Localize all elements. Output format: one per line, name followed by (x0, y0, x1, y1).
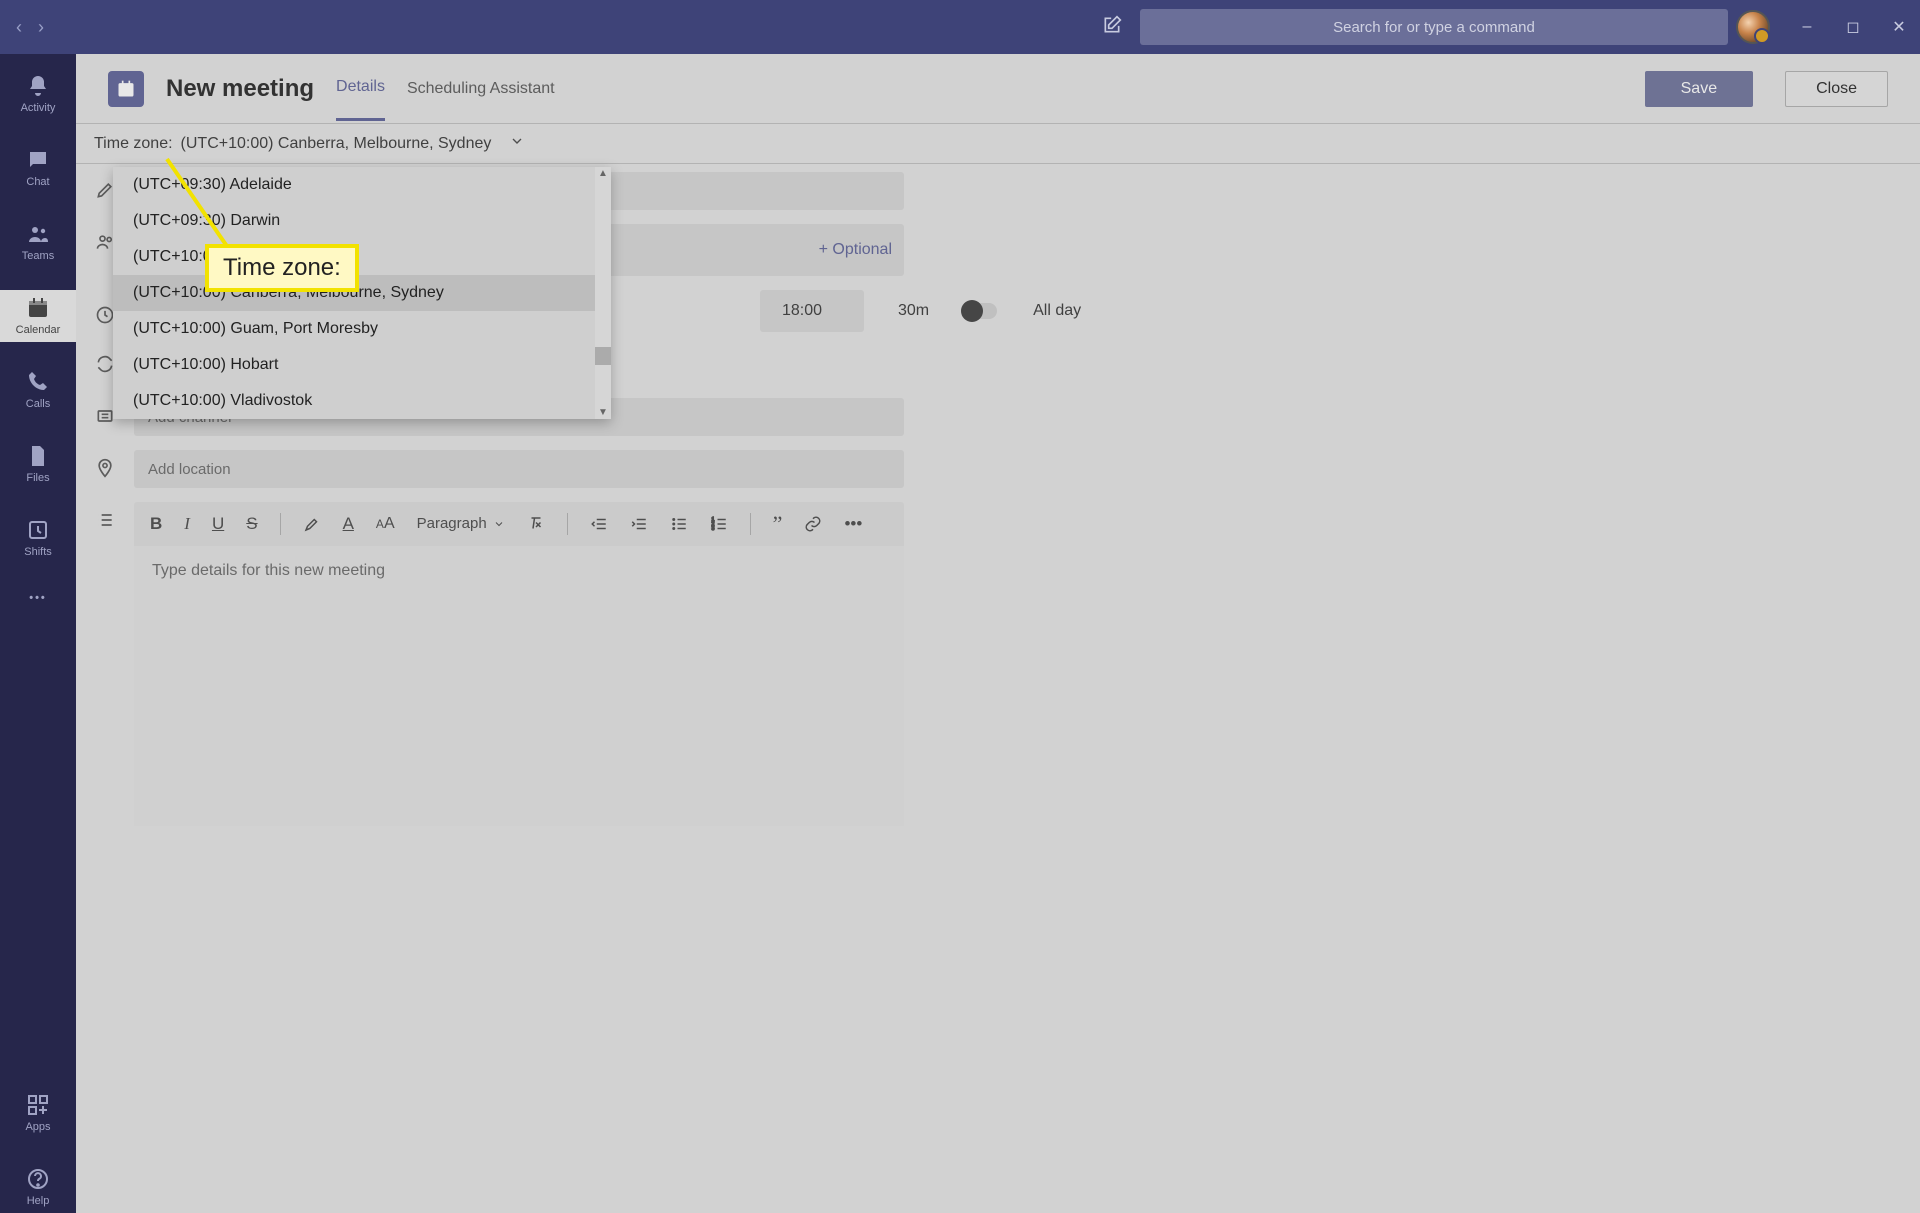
window-minimize-icon[interactable]: – (1798, 18, 1816, 36)
save-button[interactable]: Save (1645, 71, 1753, 107)
timezone-option[interactable]: (UTC+10:00) Vladivostok (113, 383, 611, 419)
scroll-thumb[interactable] (595, 347, 611, 365)
scroll-up-icon[interactable]: ▲ (595, 167, 611, 180)
add-optional-button[interactable]: + Optional (807, 224, 904, 276)
end-time-select[interactable]: 18:00 (760, 290, 864, 332)
editor-toolbar: B I U S A AA Paragraph 123 ” (134, 502, 904, 546)
end-time-value: 18:00 (782, 302, 822, 320)
rail-shifts[interactable]: Shifts (0, 512, 76, 564)
tab-scheduling[interactable]: Scheduling Assistant (407, 58, 555, 120)
underline-button[interactable]: U (212, 514, 224, 534)
timezone-current: (UTC+10:00) Canberra, Melbourne, Sydney (181, 135, 492, 153)
timezone-option[interactable]: (UTC+09:30) Adelaide (113, 167, 611, 203)
details-textarea[interactable]: Type details for this new meeting (134, 546, 904, 826)
details-editor[interactable]: B I U S A AA Paragraph 123 ” (134, 502, 904, 826)
timezone-option[interactable]: (UTC+10:00) Brisbane (113, 239, 611, 275)
page-title: New meeting (166, 75, 314, 103)
nav-back-icon[interactable]: ‹ (16, 17, 22, 38)
highlight-button[interactable] (303, 515, 321, 533)
annotation-callout: Time zone: (205, 244, 359, 292)
titlebar: ‹ › Search for or type a command – ◻ ✕ (0, 0, 1920, 54)
font-color-button[interactable]: A (343, 514, 354, 534)
rail-calls[interactable]: Calls (0, 364, 76, 416)
italic-button[interactable]: I (184, 514, 190, 534)
strike-button[interactable]: S (246, 514, 257, 534)
rail-label: Apps (25, 1121, 50, 1133)
timezone-option[interactable]: (UTC+10:00) Canberra, Melbourne, Sydney (113, 275, 611, 311)
svg-text:3: 3 (711, 526, 714, 532)
rail-files[interactable]: Files (0, 438, 76, 490)
search-placeholder: Search for or type a command (1333, 19, 1535, 36)
timezone-label: Time zone: (94, 135, 173, 153)
window-maximize-icon[interactable]: ◻ (1844, 17, 1862, 37)
chevron-down-icon (509, 133, 525, 154)
rail-label: Teams (22, 250, 54, 262)
timezone-option[interactable]: (UTC+10:00) Guam, Port Moresby (113, 311, 611, 347)
rail-label: Calls (26, 398, 50, 410)
avatar[interactable] (1736, 10, 1770, 44)
rail-label: Chat (26, 176, 49, 188)
scroll-down-icon[interactable]: ▼ (595, 406, 611, 419)
all-day-label: All day (1033, 302, 1081, 320)
number-list-button[interactable]: 123 (710, 515, 728, 533)
bullet-list-button[interactable] (670, 515, 688, 533)
rail-label: Help (27, 1195, 50, 1207)
rail-help[interactable]: Help (0, 1161, 76, 1213)
clear-format-button[interactable] (527, 515, 545, 533)
rail-more[interactable]: ••• (0, 586, 76, 610)
details-placeholder: Type details for this new meeting (152, 562, 385, 579)
rail-label: Shifts (24, 546, 52, 558)
paragraph-select[interactable]: Paragraph (417, 515, 505, 532)
calendar-icon (108, 71, 144, 107)
all-day-toggle[interactable] (961, 303, 997, 319)
window-close-icon[interactable]: ✕ (1890, 17, 1908, 37)
page-header: New meeting Details Scheduling Assistant… (76, 54, 1920, 124)
nav-forward-icon[interactable]: › (38, 17, 44, 38)
rail-chat[interactable]: Chat (0, 142, 76, 194)
location-icon (94, 450, 116, 478)
timezone-option[interactable]: (UTC+10:00) Hobart (113, 347, 611, 383)
timezone-scrollbar[interactable]: ▲ ▼ (595, 167, 611, 419)
rail-activity[interactable]: Activity (0, 68, 76, 120)
tab-details[interactable]: Details (336, 56, 385, 121)
timezone-option[interactable]: (UTC+09:30) Darwin (113, 203, 611, 239)
font-size-button[interactable]: AA (376, 515, 395, 533)
rail-label: Activity (21, 102, 56, 114)
annotation-text: Time zone: (223, 254, 341, 281)
bold-button[interactable]: B (150, 514, 162, 534)
app-rail: Activity Chat Teams Calendar Calls Files… (0, 54, 76, 1213)
rail-apps[interactable]: Apps (0, 1087, 76, 1139)
timezone-dropdown: (UTC+09:30) Adelaide (UTC+09:30) Darwin … (113, 167, 611, 419)
link-button[interactable] (804, 515, 822, 533)
timezone-bar[interactable]: Time zone: (UTC+10:00) Canberra, Melbour… (76, 124, 1920, 164)
location-placeholder: Add location (148, 461, 231, 478)
rail-teams[interactable]: Teams (0, 216, 76, 268)
more-icon: ••• (29, 592, 47, 604)
outdent-button[interactable] (590, 515, 608, 533)
location-input[interactable]: Add location (134, 450, 904, 488)
rail-label: Calendar (16, 324, 61, 336)
quote-button[interactable]: ” (773, 511, 783, 537)
duration-label: 30m (898, 302, 929, 320)
indent-button[interactable] (630, 515, 648, 533)
compose-icon[interactable] (1102, 15, 1122, 40)
close-button[interactable]: Close (1785, 71, 1888, 107)
search-input[interactable]: Search for or type a command (1140, 9, 1728, 45)
editor-more-button[interactable]: ••• (844, 514, 862, 534)
list-icon (94, 502, 116, 530)
rail-calendar[interactable]: Calendar (0, 290, 76, 342)
rail-label: Files (26, 472, 49, 484)
